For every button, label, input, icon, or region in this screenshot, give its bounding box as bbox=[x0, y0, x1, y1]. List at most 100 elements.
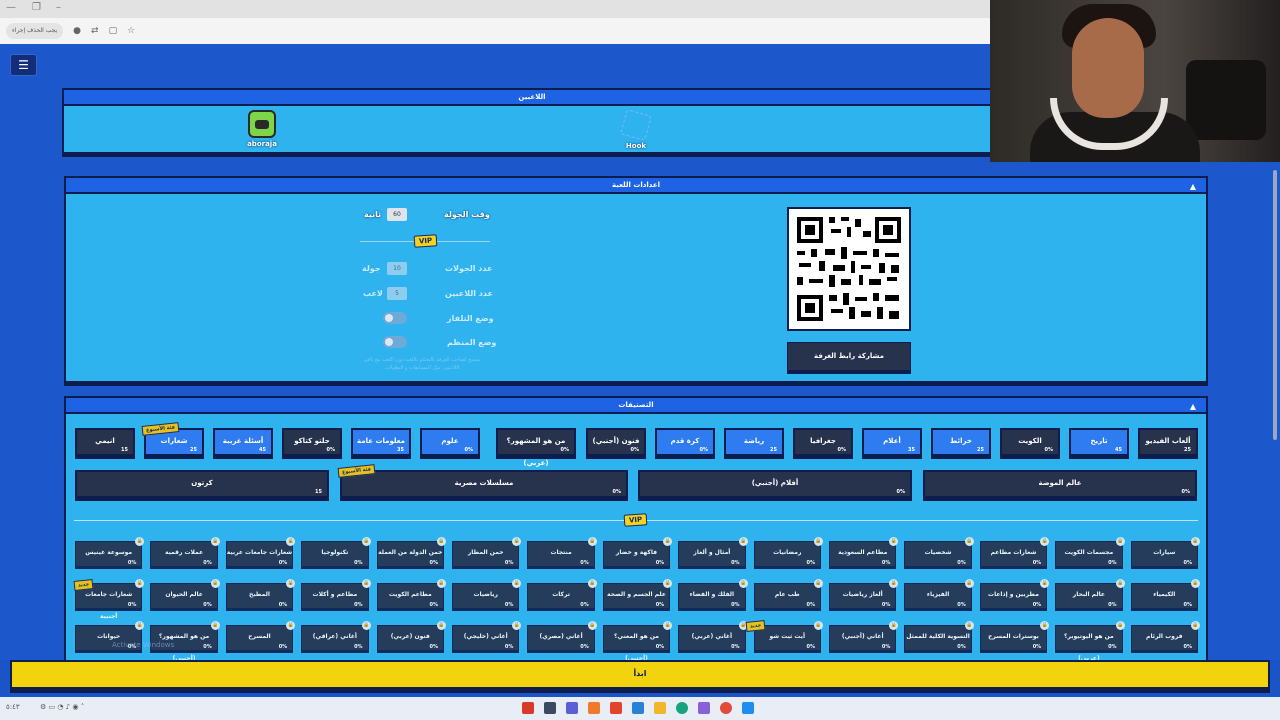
bookmark-star-icon[interactable]: ☆ bbox=[127, 26, 135, 36]
category-button[interactable]: انيمي 15 bbox=[75, 428, 135, 456]
locked-category-button[interactable]: شعارات مطاعم 0% 🔒 bbox=[979, 537, 1050, 567]
lock-icon: 🔒 bbox=[436, 621, 446, 630]
category-button[interactable]: جغرافيا 0% bbox=[793, 428, 853, 456]
locked-category-button[interactable]: تركات 0% 🔒 bbox=[527, 579, 597, 609]
locked-category-button[interactable]: مجسمات الكويت 0% 🔒 bbox=[1055, 537, 1125, 567]
locked-category-button[interactable]: عالم البحار 0% 🔒 bbox=[1055, 579, 1125, 609]
category-button[interactable]: ألعاب الفيديو 25 bbox=[1138, 428, 1198, 456]
minimize-icon[interactable]: — bbox=[6, 2, 16, 13]
category-label: شعارات bbox=[160, 437, 188, 445]
locked-category-button[interactable]: أمثال و ألغاز 0% 🔒 bbox=[678, 537, 748, 567]
locked-category-button[interactable]: فروب الرئام 0% 🔒 bbox=[1130, 621, 1200, 651]
locked-category-button[interactable]: الفيزياء 0% 🔒 bbox=[904, 579, 974, 609]
category-button-wide[interactable]: مسلسلات مصرية 0% bbox=[340, 470, 628, 498]
app-icon[interactable] bbox=[588, 702, 600, 714]
menu-icon[interactable]: ☰ bbox=[10, 54, 37, 76]
locked-category-button[interactable]: بوسترات المسرح 0% 🔒 bbox=[979, 621, 1050, 651]
app-icon[interactable] bbox=[632, 702, 644, 714]
profile-icon[interactable]: ● bbox=[73, 26, 81, 36]
category-button[interactable]: تاريخ 45 bbox=[1069, 428, 1129, 456]
locked-category-button[interactable]: مطاعم الكويت 0% 🔒 bbox=[376, 579, 446, 609]
locked-category-button[interactable]: أغاني (أجنبي) 0% 🔒 bbox=[829, 621, 899, 651]
category-button[interactable]: من هو المشهور؟ (عربي) 0% bbox=[496, 428, 576, 467]
organizer-mode-toggle[interactable] bbox=[383, 336, 407, 348]
close-window-icon[interactable]: – bbox=[56, 2, 61, 13]
players-count-select[interactable]: 5 bbox=[387, 287, 407, 300]
category-button[interactable]: الكويت 0% bbox=[1000, 428, 1060, 456]
round-time-select[interactable]: 60 bbox=[387, 208, 407, 221]
category-label: موسوعة غينيس bbox=[85, 549, 133, 556]
locked-category-button[interactable]: من هو المغني؟ (أجنبي) 0% 🔒 bbox=[602, 621, 673, 662]
locked-category-button[interactable]: المطبخ 0% 🔒 bbox=[225, 579, 296, 609]
locked-category-button[interactable]: شخصيات 0% 🔒 bbox=[904, 537, 974, 567]
category-label: المطبخ bbox=[249, 591, 270, 598]
locked-category-button[interactable]: مطربين و إذاعات 0% 🔒 bbox=[979, 579, 1050, 609]
locked-category-button[interactable]: عالم الحيوان 0% 🔒 bbox=[150, 579, 220, 609]
restore-icon[interactable]: ❐ bbox=[32, 2, 41, 13]
scrollbar-thumb[interactable] bbox=[1273, 170, 1277, 440]
app-icon[interactable] bbox=[698, 702, 710, 714]
qr-code bbox=[787, 207, 911, 331]
share-room-link-button[interactable]: مشاركة رابط الغرفة bbox=[787, 342, 911, 371]
locked-category-button[interactable]: مطاعم السعودية 0% 🔒 bbox=[829, 537, 899, 567]
locked-category-button[interactable]: علم الجسم و الصحة 0% 🔒 bbox=[602, 579, 673, 609]
category-button[interactable]: أسئلة غريبة 45 bbox=[213, 428, 273, 456]
tv-mode-toggle[interactable] bbox=[383, 312, 407, 324]
edge-icon[interactable] bbox=[676, 702, 688, 714]
category-button[interactable]: رياضة 25 bbox=[724, 428, 784, 456]
locked-category-button[interactable]: فاكهة و خضار 0% 🔒 bbox=[602, 537, 673, 567]
category-button[interactable]: علوم 0% bbox=[420, 428, 480, 456]
caret-up-icon[interactable]: ▲ bbox=[1190, 400, 1196, 414]
locked-category-button[interactable]: الفلك و الفضاء 0% 🔒 bbox=[678, 579, 748, 609]
tray-icons[interactable]: ⚙ ▭ ◔ ♪ ◉ ˄ bbox=[40, 703, 84, 711]
category-button[interactable]: فنون (أجنبي) 0% bbox=[586, 428, 646, 456]
app-icon[interactable] bbox=[610, 702, 622, 714]
category-button[interactable]: معلومات عامة 35 bbox=[351, 428, 411, 456]
locked-category-button[interactable]: فنون (عربي) 0% 🔒 bbox=[376, 621, 446, 651]
locked-category-button[interactable]: سيارات 0% 🔒 bbox=[1130, 537, 1200, 567]
windows-start-icon[interactable] bbox=[742, 702, 754, 714]
locked-category-button[interactable]: تكنولوجيا 0% 🔒 bbox=[301, 537, 371, 567]
category-button[interactable]: حلتو كتاكو 0% bbox=[282, 428, 342, 456]
locked-category-button[interactable]: شعارات جامعات عربية 0% 🔒 bbox=[225, 537, 296, 567]
category-label: تاريخ bbox=[1090, 437, 1108, 445]
rounds-select[interactable]: 10 bbox=[387, 262, 407, 275]
player-name: Hook bbox=[625, 142, 647, 150]
extensions-icon[interactable]: ⇄ bbox=[91, 26, 99, 36]
locked-category-button[interactable]: طب عام 0% 🔒 bbox=[753, 579, 823, 609]
locked-category-button[interactable]: مطاعم و أكلات 0% 🔒 bbox=[301, 579, 371, 609]
locked-category-button[interactable]: من هو اليوتيوبر؟ (عربي) 0% 🔒 bbox=[1055, 621, 1125, 662]
browser-tab-pill[interactable]: يجب الحذف إجراء bbox=[6, 23, 64, 39]
category-button[interactable]: كرة قدم 0% bbox=[655, 428, 715, 456]
locked-category-button[interactable]: رمضانيات 0% 🔒 bbox=[753, 537, 823, 567]
locked-category-button[interactable]: رياضيات 0% 🔒 bbox=[452, 579, 522, 609]
category-label: رياضيات bbox=[473, 591, 498, 598]
locked-category-button[interactable]: خمن الدولة من العملة 0% 🔒 bbox=[376, 537, 446, 567]
scrollbar[interactable] bbox=[1270, 160, 1280, 660]
teams-icon[interactable] bbox=[566, 702, 578, 714]
locked-category-button[interactable]: التسوية الكلية للممثل 0% 🔒 bbox=[904, 621, 974, 651]
app-icon[interactable] bbox=[544, 702, 556, 714]
locked-category-button[interactable]: الكيمياء 0% 🔒 bbox=[1130, 579, 1200, 609]
caret-up-icon[interactable]: ▲ bbox=[1190, 180, 1196, 194]
app-icon[interactable] bbox=[522, 702, 534, 714]
locked-category-button[interactable]: منتجات 0% 🔒 bbox=[527, 537, 597, 567]
locked-category-button[interactable]: أغاني (مصري) 0% 🔒 bbox=[527, 621, 597, 651]
locked-category-button[interactable]: ألغاز رياضيات 0% 🔒 bbox=[829, 579, 899, 609]
category-button[interactable]: خرائط 25 bbox=[931, 428, 991, 456]
locked-category-button[interactable]: المسرح 0% 🔒 bbox=[225, 621, 296, 651]
locked-category-button[interactable]: خمن المطار 0% 🔒 bbox=[452, 537, 522, 567]
locked-category-button[interactable]: عملات رقمية 0% 🔒 bbox=[150, 537, 220, 567]
locked-category-button[interactable]: أغاني (عربي) 0% 🔒 bbox=[678, 621, 748, 651]
category-button-wide[interactable]: كرتون 15 bbox=[75, 470, 329, 498]
locked-category-button[interactable]: موسوعة غينيس 0% 🔒 bbox=[75, 537, 145, 567]
chrome-icon[interactable] bbox=[720, 702, 732, 714]
play-button[interactable]: ابدأ bbox=[10, 660, 1270, 689]
folder-icon[interactable] bbox=[654, 702, 666, 714]
category-button-wide[interactable]: عالم الموضة 0% bbox=[923, 470, 1197, 498]
category-button-wide[interactable]: أفلام (أجنبي) 0% bbox=[638, 470, 912, 498]
split-view-icon[interactable]: ▢ bbox=[109, 26, 118, 36]
locked-category-button[interactable]: أغاني (عراقي) 0% 🔒 bbox=[301, 621, 371, 651]
locked-category-button[interactable]: أغاني (خليجي) 0% 🔒 bbox=[452, 621, 522, 651]
category-button[interactable]: أعلام 35 bbox=[862, 428, 922, 456]
